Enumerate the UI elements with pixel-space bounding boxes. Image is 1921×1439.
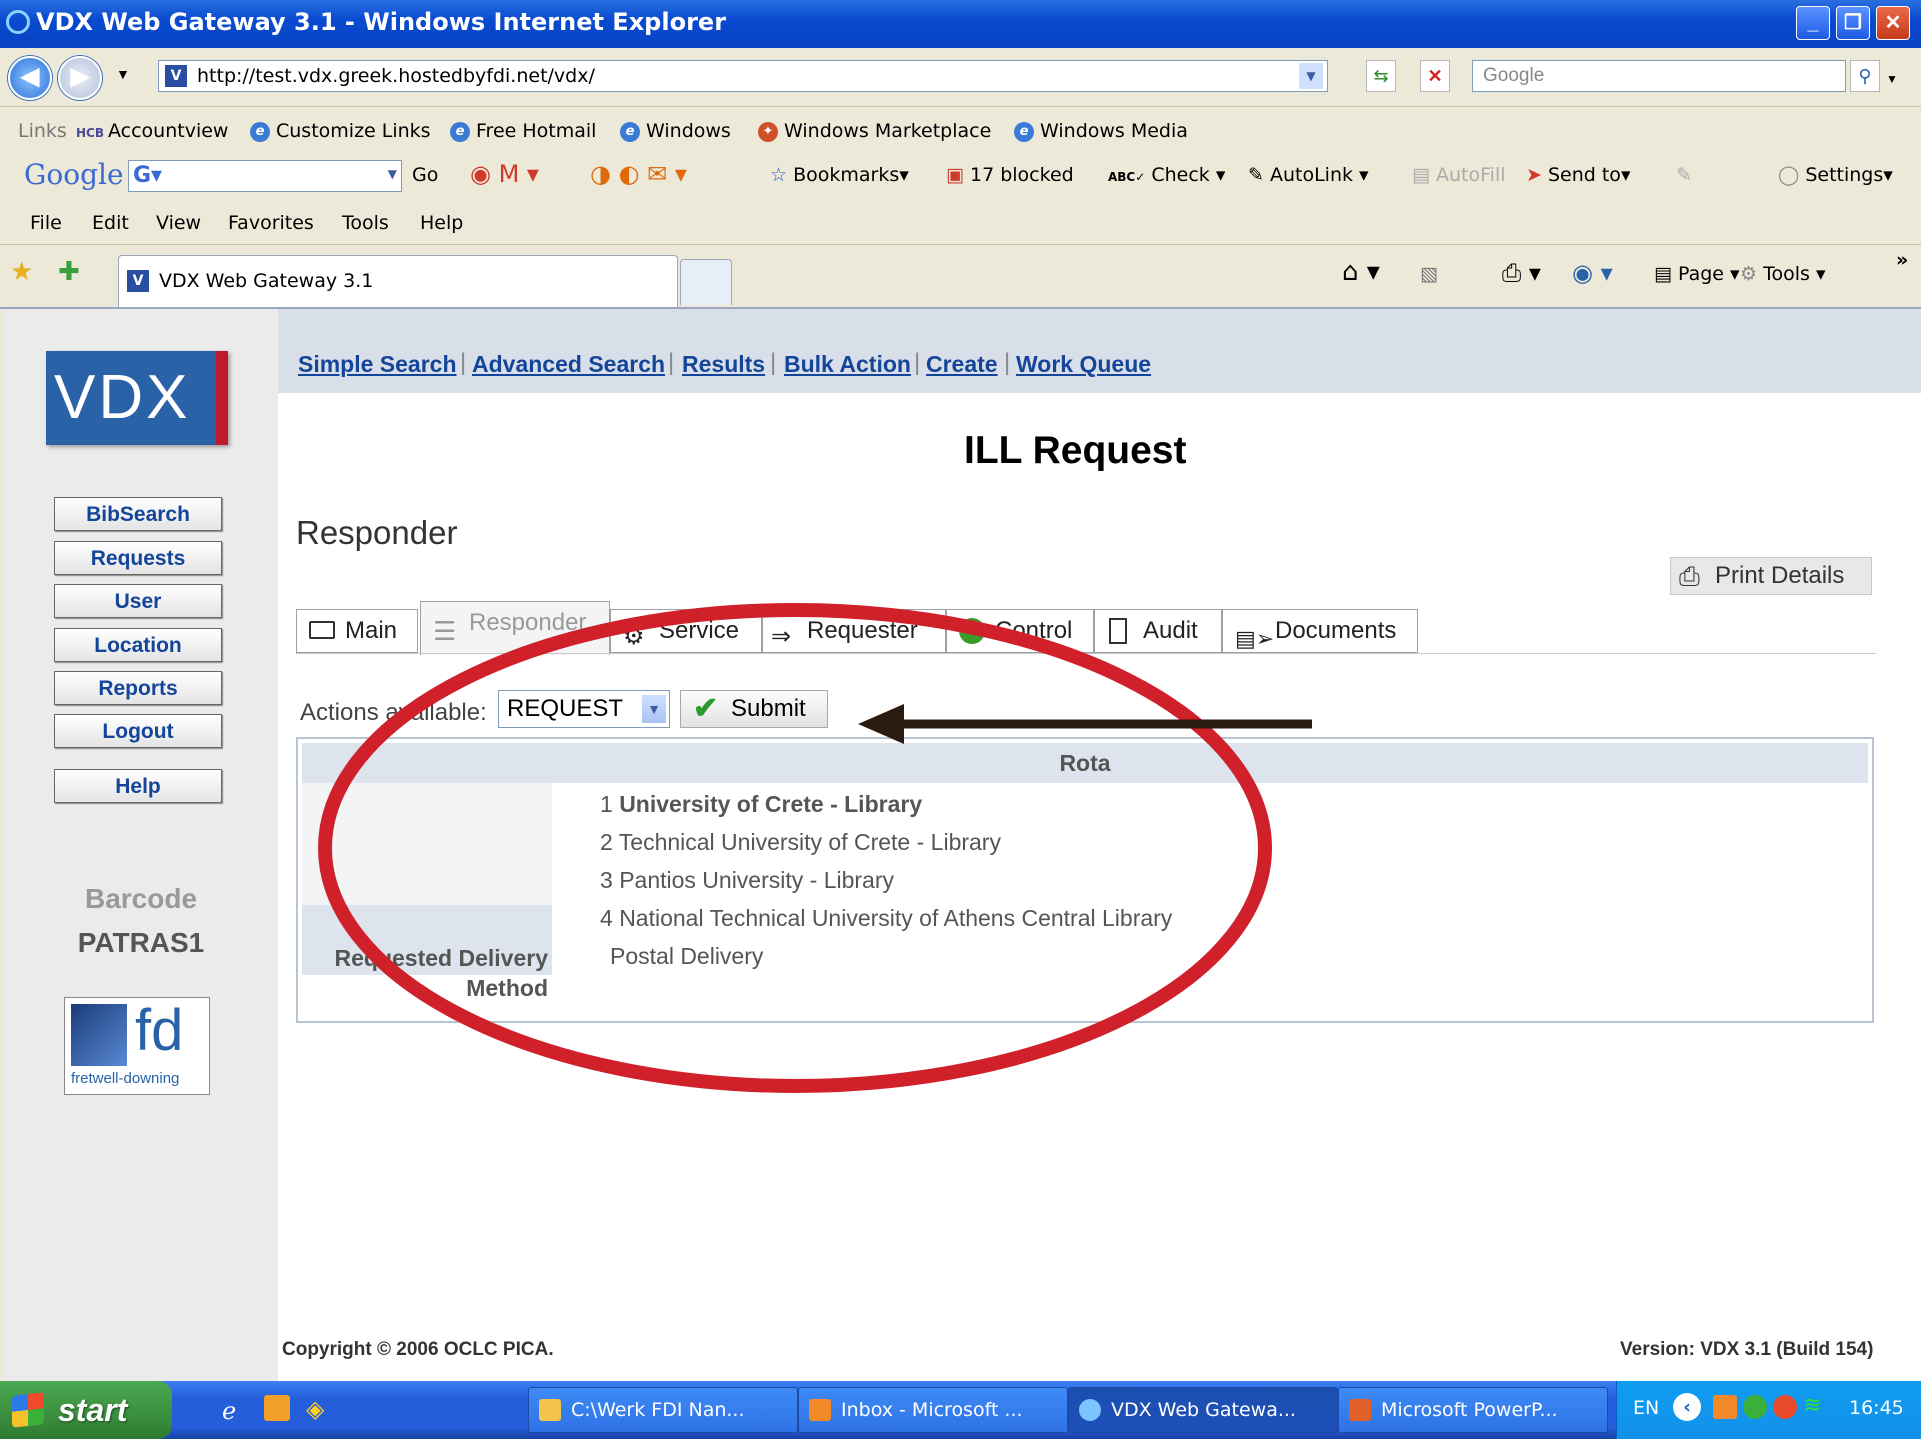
tray-collapse-icon[interactable]: ‹ bbox=[1673, 1393, 1701, 1421]
task-outlook-inbox[interactable]: Inbox - Microsoft ... bbox=[798, 1387, 1068, 1433]
outlook-icon bbox=[809, 1399, 831, 1421]
ie-icon bbox=[1079, 1399, 1101, 1421]
tray-wireless-icon[interactable]: ≋ bbox=[1803, 1393, 1821, 1418]
task-vdx-gateway[interactable]: VDX Web Gatewa... bbox=[1068, 1387, 1338, 1433]
tray-outlook-icon[interactable] bbox=[1713, 1395, 1737, 1419]
task-powerpoint[interactable]: Microsoft PowerP... bbox=[1338, 1387, 1608, 1433]
tray-app-icon[interactable] bbox=[1773, 1395, 1797, 1419]
quicklaunch-outlook-icon[interactable] bbox=[264, 1395, 290, 1421]
quicklaunch-media-icon[interactable]: ◈ bbox=[306, 1395, 324, 1424]
task-explorer-folder[interactable]: C:\Werk FDI Nan... bbox=[528, 1387, 798, 1433]
language-indicator[interactable]: EN bbox=[1633, 1397, 1659, 1419]
clock: 16:45 bbox=[1849, 1397, 1904, 1419]
annotation-arrow-head bbox=[858, 704, 904, 744]
powerpoint-icon bbox=[1349, 1399, 1371, 1421]
quicklaunch-ie-icon[interactable]: ℯ bbox=[222, 1397, 236, 1426]
annotation-ellipse bbox=[318, 603, 1272, 1093]
tray-messenger-icon[interactable] bbox=[1743, 1395, 1767, 1419]
windows-logo-icon bbox=[12, 1392, 44, 1428]
annotation-overlay bbox=[318, 603, 1312, 1093]
folder-icon bbox=[539, 1399, 561, 1421]
system-tray: EN ‹ ≋ 16:45 bbox=[1616, 1381, 1921, 1439]
windows-taskbar: start ℯ ◈ C:\Werk FDI Nan... Inbox - Mic… bbox=[0, 1381, 1921, 1439]
start-button[interactable]: start bbox=[0, 1381, 172, 1439]
